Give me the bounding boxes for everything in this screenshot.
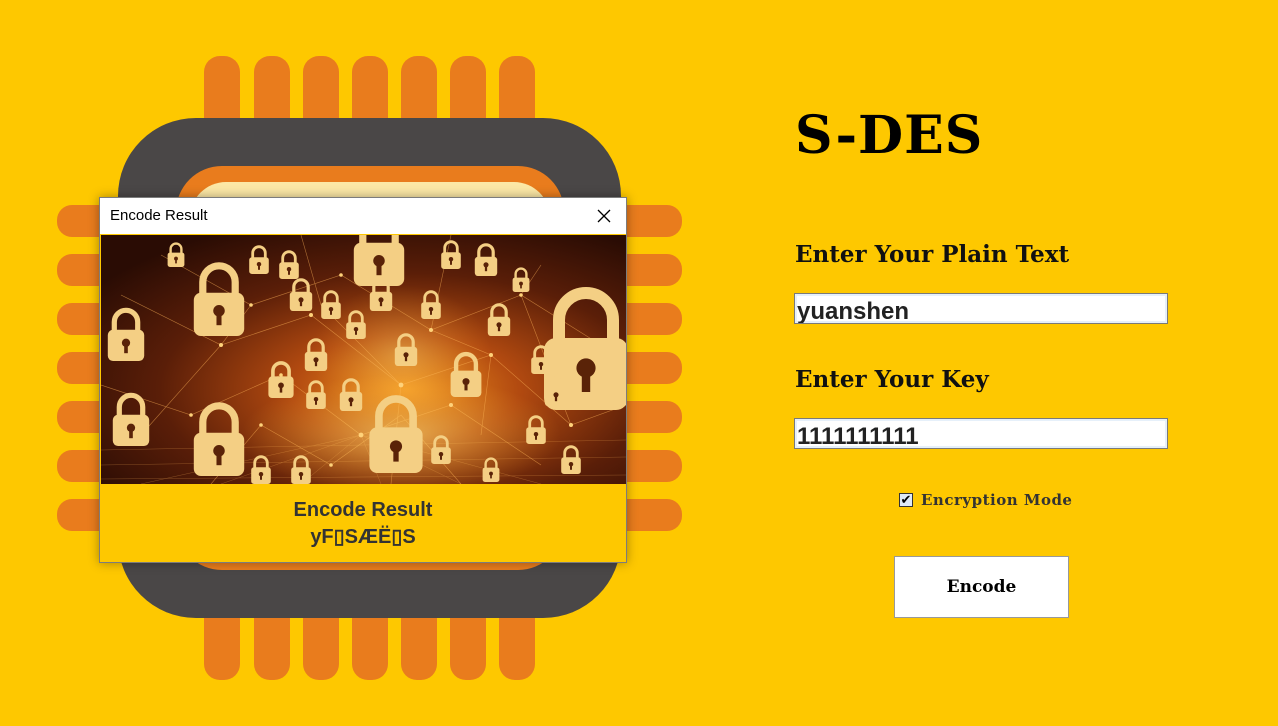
checkmark-icon: ✔ — [900, 492, 912, 508]
plain-text-label: Enter Your Plain Text — [795, 241, 1070, 268]
key-label: Enter Your Key — [795, 366, 989, 393]
app-title: S-DES — [795, 105, 984, 166]
close-button[interactable] — [590, 202, 618, 230]
padlocks-network-image — [101, 235, 626, 484]
encryption-mode-label: Encryption Mode — [921, 491, 1073, 509]
result-heading: Encode Result — [293, 499, 433, 521]
result-ciphertext: yF▯SÆË▯S — [310, 526, 416, 548]
plain-text-input[interactable]: yuanshen — [794, 293, 1168, 324]
close-icon — [597, 209, 611, 223]
key-input[interactable]: 1111111111 — [794, 418, 1168, 449]
encode-button[interactable]: Encode — [894, 556, 1069, 618]
encode-result-dialog: Encode Result Encode Result yF▯SÆË▯S — [99, 197, 627, 563]
dialog-titlebar[interactable]: Encode Result — [100, 198, 626, 234]
encryption-mode-checkbox[interactable]: ✔ — [899, 493, 913, 507]
encryption-mode-option[interactable]: ✔ Encryption Mode — [899, 491, 1072, 509]
dialog-title: Encode Result — [110, 207, 208, 224]
